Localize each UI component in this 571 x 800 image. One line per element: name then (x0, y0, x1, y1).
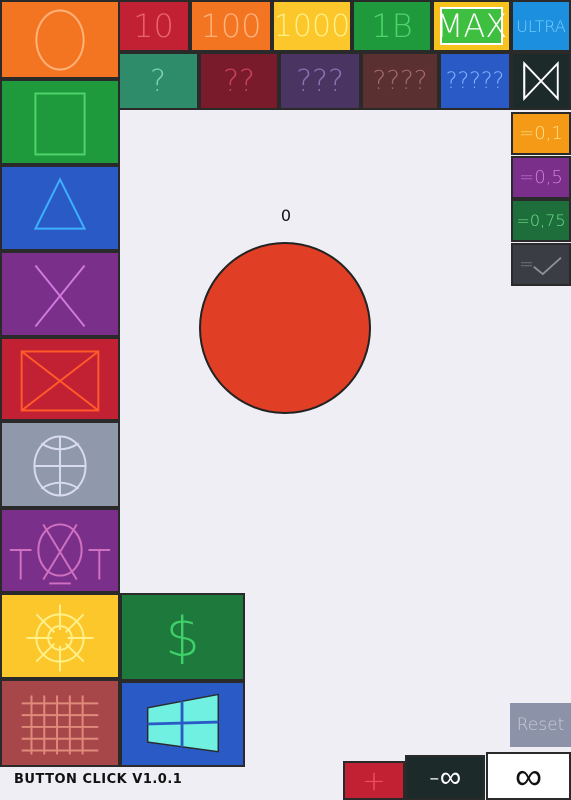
wheel-icon (33, 435, 87, 497)
shape-button-sun-wheel[interactable] (0, 593, 120, 679)
multiplier-label: 1B (371, 7, 413, 45)
mystery-label: ????? (445, 68, 505, 94)
app-title: BUTTON CLICK V1.0.1 (14, 772, 183, 787)
bowtie-button[interactable] (511, 52, 571, 110)
infinity-label: ∞ (514, 753, 543, 798)
dollar-icon: $ (165, 605, 200, 669)
ratio-label: =0,1 (519, 123, 563, 144)
grid-icon (21, 695, 99, 755)
reset-label: Reset (516, 715, 565, 735)
windows-icon (146, 693, 219, 753)
mystery-label: ??? (296, 63, 344, 99)
x-icon (34, 264, 86, 328)
reset-button[interactable]: Reset (510, 703, 571, 747)
ratio-button-3[interactable]: =0,75 (511, 199, 571, 242)
multiplier-label: MAX (435, 7, 508, 45)
ratio-label: =0,75 (516, 211, 566, 230)
mystery-label: ???? (372, 66, 428, 96)
multiplier-button-10[interactable]: 10 (117, 0, 190, 52)
shape-button-grid[interactable] (0, 679, 120, 767)
ratio-button-1[interactable]: =0,1 (511, 112, 571, 155)
multiplier-label: 1000 (273, 8, 351, 44)
shape-button-triangle[interactable] (0, 165, 120, 251)
minus-infinity-button[interactable]: -∞ (405, 755, 485, 800)
shape-button-circle[interactable] (0, 0, 120, 79)
dollar-shop-button[interactable]: $ (120, 593, 245, 681)
multiplier-button-max[interactable]: MAX (432, 0, 511, 52)
multiplier-label: ULTRA (516, 16, 566, 36)
triangle-icon (33, 177, 87, 230)
mystery-button-3[interactable]: ??? (279, 52, 361, 110)
multiplier-label: 100 (200, 7, 262, 45)
mystery-label: ?? (223, 63, 255, 99)
mystery-button-1[interactable]: ? (117, 52, 199, 110)
shape-button-txt[interactable] (0, 508, 120, 593)
minus-infinity-label: -∞ (428, 760, 462, 795)
windows-button[interactable] (120, 681, 245, 767)
multiplier-button-1000[interactable]: 1000 (272, 0, 352, 52)
multiplier-button-ultra[interactable]: ULTRA (511, 0, 571, 52)
mystery-button-5[interactable]: ????? (439, 52, 511, 110)
multiplier-label: 10 (133, 7, 174, 45)
multiplier-button-1b[interactable]: 1B (352, 0, 432, 52)
shape-button-square[interactable] (0, 79, 120, 165)
plus-button[interactable]: + (343, 761, 405, 800)
circle-icon (35, 9, 85, 71)
bowtie-icon (523, 60, 559, 102)
check-icon (533, 257, 562, 276)
infinity-button[interactable]: ∞ (486, 752, 571, 800)
mystery-button-2[interactable]: ?? (199, 52, 279, 110)
ratio-label: =0,5 (519, 167, 563, 188)
big-click-button[interactable] (199, 242, 371, 414)
multiplier-button-100[interactable]: 100 (190, 0, 272, 52)
shape-button-wheel[interactable] (0, 421, 120, 508)
crossed-box-icon (20, 350, 100, 412)
plus-label: + (362, 764, 386, 797)
ratio-button-2[interactable]: =0,5 (511, 156, 571, 199)
mystery-label: ? (150, 63, 166, 99)
square-icon (34, 92, 86, 156)
click-counter: 0 (280, 206, 292, 225)
txt-icon (9, 523, 111, 585)
ratio-button-4[interactable]: = (511, 243, 571, 286)
mystery-button-4[interactable]: ???? (361, 52, 439, 110)
shape-button-crossed-box[interactable] (0, 337, 120, 421)
sun-wheel-icon (26, 604, 94, 672)
shape-button-x[interactable] (0, 251, 120, 337)
